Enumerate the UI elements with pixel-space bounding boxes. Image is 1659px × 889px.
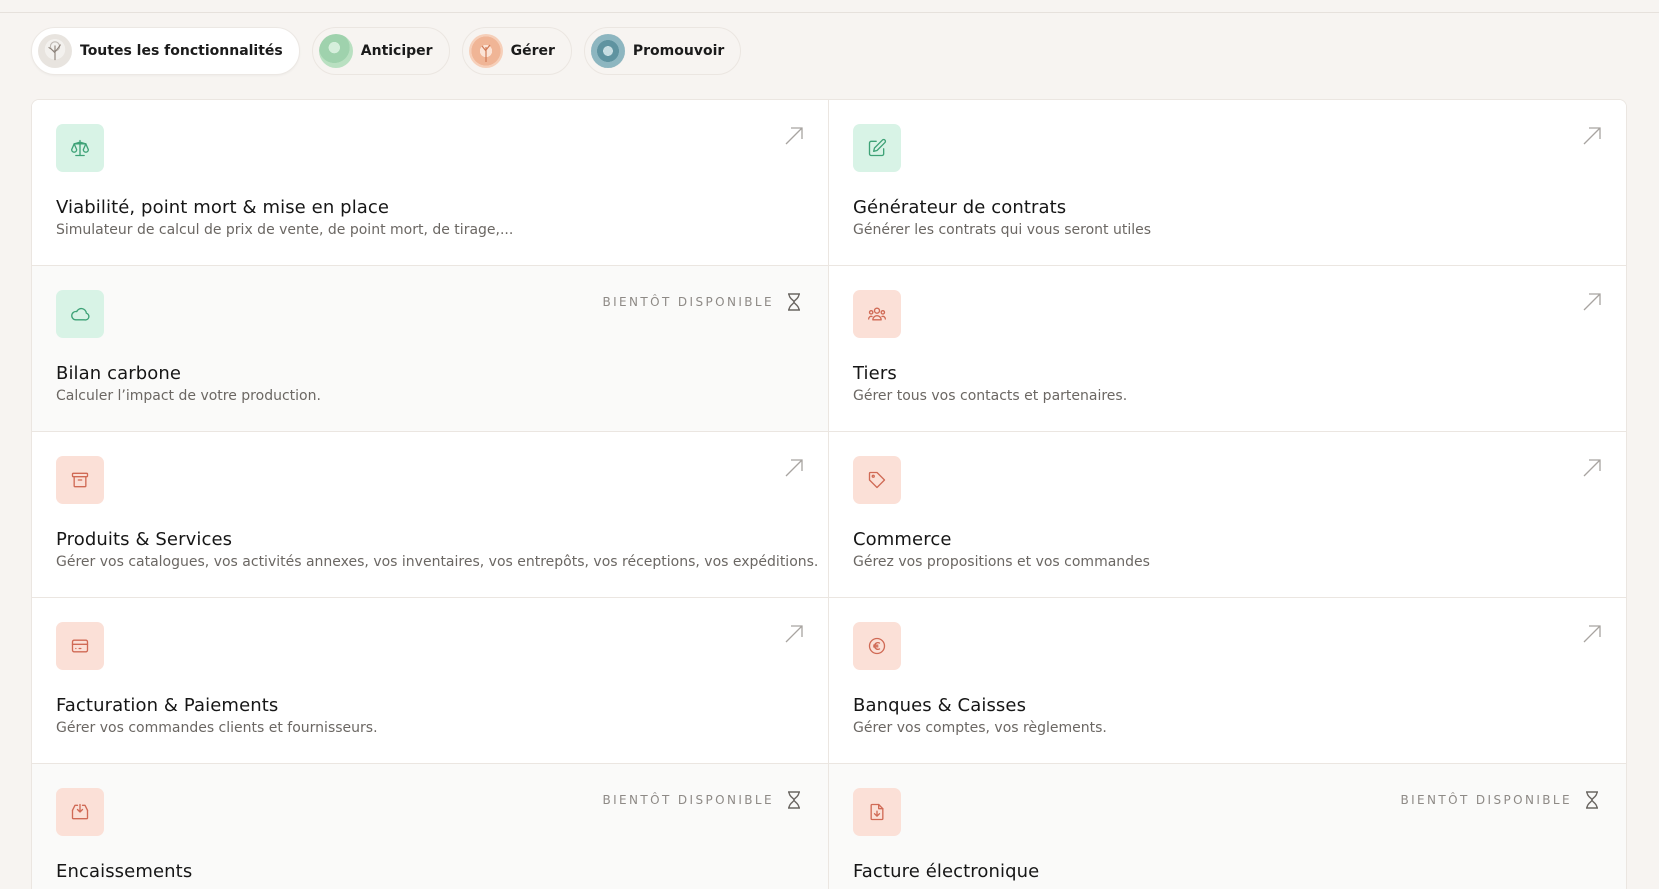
filter-all-label: Toutes les fonctionnalités (80, 43, 283, 59)
card-icon-box (853, 124, 901, 172)
arrow-up-right-icon (785, 459, 803, 477)
card-icon-box (853, 788, 901, 836)
blue-coral-thumbnail-icon (590, 34, 625, 68)
card-icon-box (853, 456, 901, 504)
card-title: Tiers (853, 363, 897, 384)
tray-download-icon (71, 803, 89, 820)
card-icon-box (56, 788, 104, 836)
card-facturation-paiements[interactable]: Facturation & Paiements Gérer vos comman… (32, 598, 829, 764)
card-encaissements: BIENTÔT DISPONIBLE Encaissements (32, 764, 829, 889)
cloud-icon (71, 307, 90, 321)
tree-thumbnail-icon (38, 34, 72, 68)
card-viabilite[interactable]: Viabilité, point mort & mise en place Si… (32, 100, 829, 266)
card-description: Gérer vos catalogues, vos activités anne… (56, 554, 819, 570)
card-icon (71, 639, 89, 653)
hourglass-icon (788, 293, 800, 311)
arrow-up-right-icon (1583, 459, 1601, 477)
card-icon-box (853, 290, 901, 338)
hourglass-icon (788, 791, 800, 809)
card-description: Gérer vos commandes clients et fournisse… (56, 720, 378, 736)
edit-icon (868, 138, 887, 157)
coming-soon-label: BIENTÔT DISPONIBLE (602, 793, 774, 807)
arrow-up-right-icon (1583, 293, 1601, 311)
card-description: Calculer l’impact de votre production. (56, 388, 321, 404)
card-title: Facturation & Paiements (56, 695, 279, 716)
card-commerce[interactable]: Commerce Gérez vos propositions et vos c… (829, 432, 1626, 598)
card-icon-box (56, 622, 104, 670)
coming-soon-badge: BIENTÔT DISPONIBLE (602, 790, 804, 810)
coming-soon-label: BIENTÔT DISPONIBLE (602, 295, 774, 309)
card-bilan-carbone: BIENTÔT DISPONIBLE Bilan carbone Calcule… (32, 266, 829, 432)
orange-tree-thumbnail-icon (468, 34, 503, 68)
arrow-up-right-icon (1583, 127, 1601, 145)
coming-soon-label: BIENTÔT DISPONIBLE (1400, 793, 1572, 807)
file-download-icon (870, 803, 884, 821)
card-description: Gérez vos propositions et vos commandes (853, 554, 1150, 570)
card-description: Gérer vos comptes, vos règlements. (853, 720, 1107, 736)
filter-gerer-label: Gérer (510, 43, 555, 59)
filter-bar: Toutes les fonctionnalités Anticiper Gér… (31, 27, 742, 75)
card-title: Facture électronique (853, 861, 1040, 882)
card-facture-electronique: BIENTÔT DISPONIBLE Facture électronique (829, 764, 1626, 889)
card-description: Générer les contrats qui vous seront uti… (853, 222, 1152, 238)
card-icon-box (853, 622, 901, 670)
card-produits-services[interactable]: Produits & Services Gérer vos catalogues… (32, 432, 829, 598)
filter-anticiper[interactable]: Anticiper (311, 27, 450, 75)
card-icon-box (56, 124, 104, 172)
arrow-up-right-icon (785, 625, 803, 643)
card-title: Banques & Caisses (853, 695, 1027, 716)
card-banques-caisses[interactable]: Banques & Caisses Gérer vos comptes, vos… (829, 598, 1626, 764)
tag-icon (868, 471, 886, 489)
hourglass-icon (1586, 791, 1598, 809)
card-icon-box (56, 290, 104, 338)
card-title: Générateur de contrats (853, 197, 1067, 218)
coming-soon-badge: BIENTÔT DISPONIBLE (1400, 790, 1602, 810)
features-grid: Viabilité, point mort & mise en place Si… (31, 99, 1627, 889)
arrow-up-right-icon (785, 127, 803, 145)
card-title: Commerce (853, 529, 952, 550)
card-icon-box (56, 456, 104, 504)
card-title: Viabilité, point mort & mise en place (56, 197, 390, 218)
scale-icon (71, 139, 90, 157)
card-description: Gérer tous vos contacts et partenaires. (853, 388, 1128, 404)
green-leaf-thumbnail-icon (318, 34, 353, 68)
archive-icon (71, 472, 89, 488)
filter-gerer[interactable]: Gérer (461, 27, 572, 75)
card-description: Simulateur de calcul de prix de vente, d… (56, 222, 514, 238)
card-title: Bilan carbone (56, 363, 182, 384)
users-icon (868, 307, 886, 321)
filter-promouvoir-label: Promouvoir (632, 43, 725, 59)
top-divider (0, 0, 1659, 13)
filter-promouvoir[interactable]: Promouvoir (583, 27, 742, 75)
filter-all[interactable]: Toutes les fonctionnalités (31, 27, 300, 75)
card-generateur-contrats[interactable]: Générateur de contrats Générer les contr… (829, 100, 1626, 266)
card-title: Encaissements (56, 861, 193, 882)
arrow-up-right-icon (1583, 625, 1601, 643)
filter-anticiper-label: Anticiper (360, 43, 433, 59)
coming-soon-badge: BIENTÔT DISPONIBLE (602, 292, 804, 312)
card-title: Produits & Services (56, 529, 233, 550)
card-tiers[interactable]: Tiers Gérer tous vos contacts et partena… (829, 266, 1626, 432)
euro-icon (868, 637, 886, 655)
